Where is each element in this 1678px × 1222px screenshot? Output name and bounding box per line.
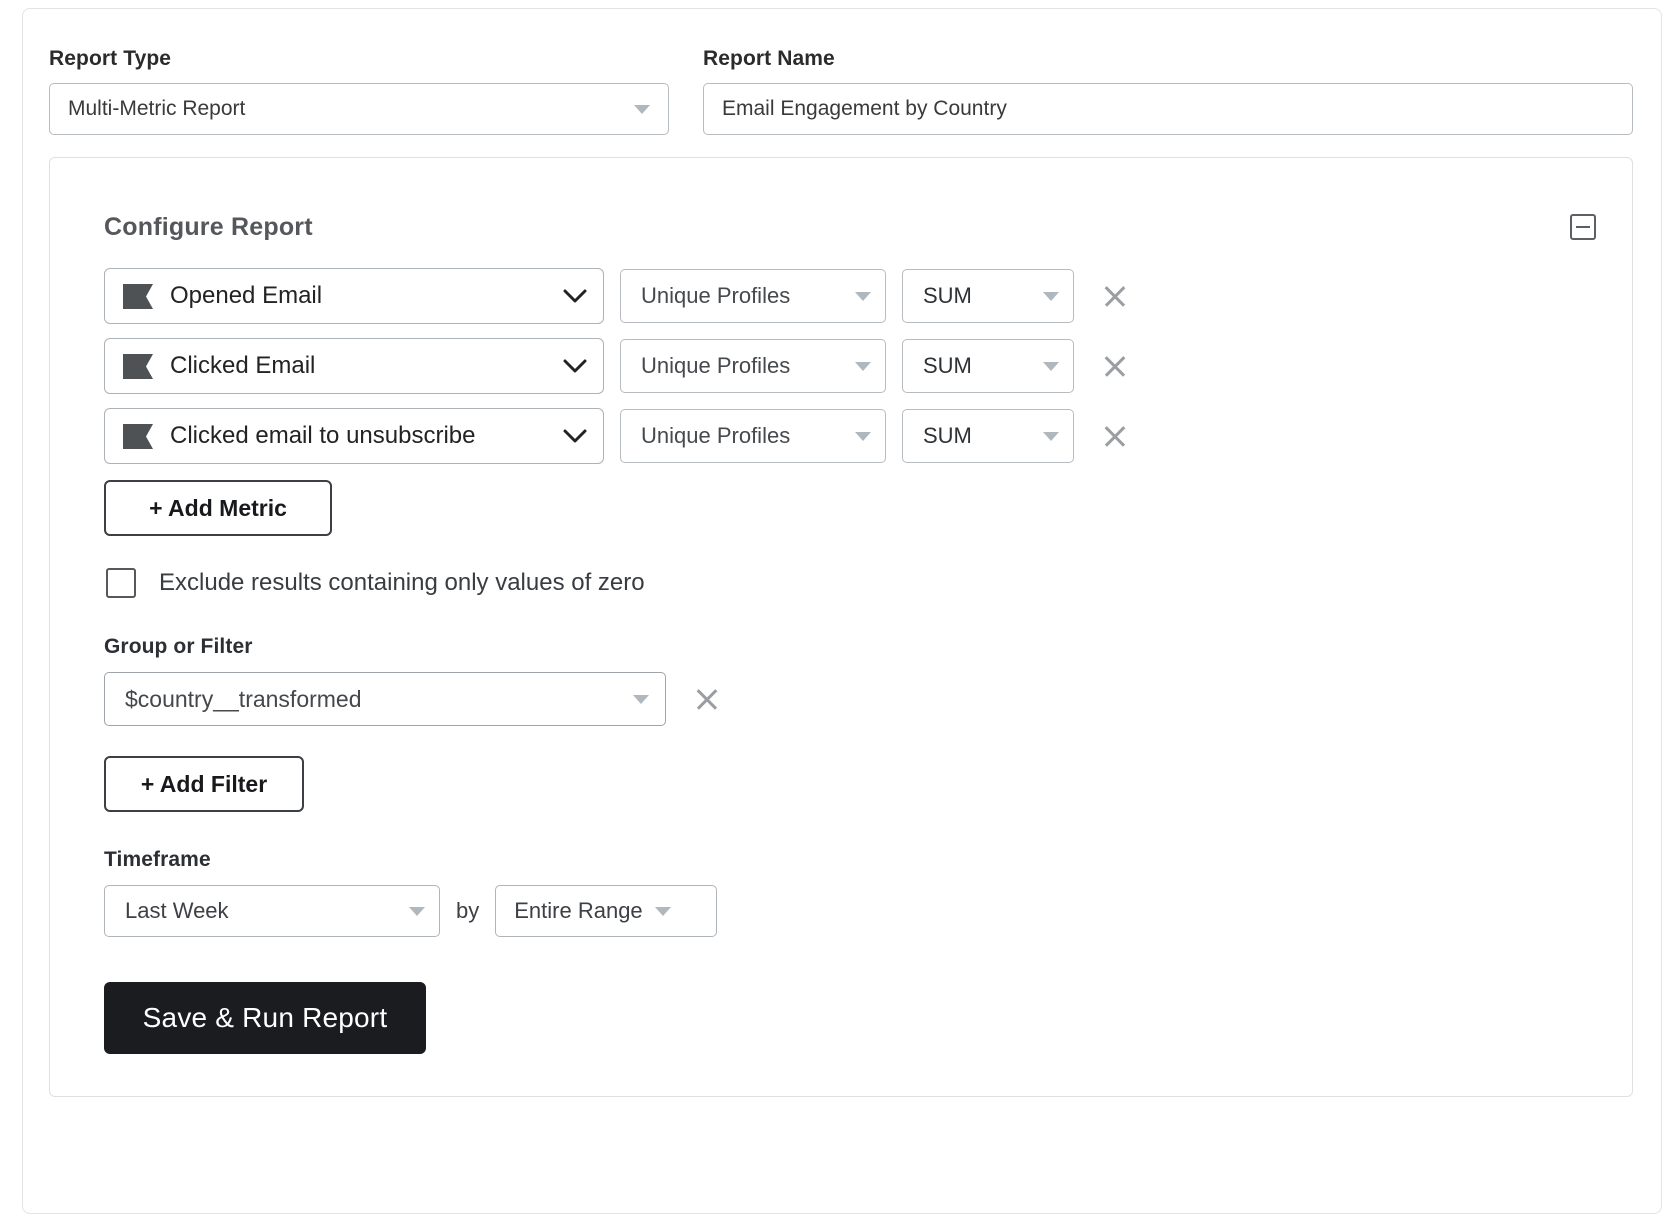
timeframe-label: Timeframe — [104, 848, 211, 871]
flag-icon — [123, 283, 153, 309]
chevron-down-icon — [1043, 431, 1059, 441]
metric-aggregation-value: Unique Profiles — [641, 353, 791, 378]
timeframe-row: Last Week by Entire Range — [104, 885, 718, 937]
remove-metric-close-icon[interactable] — [1100, 421, 1130, 451]
metric-row: Opened Email Unique Profiles SUM — [104, 268, 1130, 324]
add-metric-button[interactable]: + Add Metric — [104, 480, 332, 536]
chevron-down-icon — [409, 906, 425, 916]
add-filter-button[interactable]: + Add Filter — [104, 756, 304, 812]
exclude-zero-label: Exclude results containing only values o… — [159, 569, 645, 596]
metric-name: Clicked email to unsubscribe — [170, 422, 476, 449]
minus-square-icon[interactable] — [1570, 214, 1596, 240]
group-or-filter-label: Group or Filter — [104, 635, 253, 658]
chevron-down-icon — [1043, 361, 1059, 371]
report-name-input[interactable] — [703, 83, 1633, 135]
metric-aggregation-select[interactable]: Unique Profiles — [620, 269, 886, 323]
remove-metric-close-icon[interactable] — [1100, 351, 1130, 381]
report-type-select[interactable]: Multi-Metric Report — [49, 83, 669, 135]
metric-name: Clicked Email — [170, 352, 316, 379]
metric-operation-value: SUM — [923, 283, 972, 308]
group-or-filter-select[interactable]: $country__transformed — [104, 672, 666, 726]
save-and-run-report-button[interactable]: Save & Run Report — [104, 982, 426, 1054]
page-card: Report Type Multi-Metric Report Report N… — [22, 8, 1662, 1214]
chevron-down-icon — [654, 906, 671, 916]
timeframe-interval-value: Entire Range — [514, 898, 643, 923]
remove-filter-close-icon[interactable] — [692, 684, 722, 714]
report-name-label: Report Name — [703, 47, 835, 70]
report-type-value: Multi-Metric Report — [68, 97, 246, 120]
remove-metric-close-icon[interactable] — [1100, 281, 1130, 311]
metric-operation-select[interactable]: SUM — [902, 269, 1074, 323]
metric-select[interactable]: Opened Email — [104, 268, 604, 324]
metric-row: Clicked Email Unique Profiles SUM — [104, 338, 1130, 394]
timeframe-range-value: Last Week — [125, 898, 229, 923]
flag-icon — [123, 423, 153, 449]
chevron-down-icon — [563, 359, 587, 373]
chevron-down-icon — [563, 429, 587, 443]
report-meta-row: Report Type Multi-Metric Report Report N… — [49, 47, 1633, 135]
exclude-zero-checkbox-row[interactable]: Exclude results containing only values o… — [106, 568, 645, 598]
metric-operation-value: SUM — [923, 353, 972, 378]
exclude-zero-checkbox[interactable] — [106, 568, 136, 598]
group-or-filter-value: $country__transformed — [125, 685, 362, 712]
metric-aggregation-value: Unique Profiles — [641, 423, 791, 448]
metric-aggregation-value: Unique Profiles — [641, 283, 791, 308]
report-type-field: Report Type Multi-Metric Report — [49, 47, 669, 135]
metric-name: Opened Email — [170, 282, 323, 309]
metric-aggregation-select[interactable]: Unique Profiles — [620, 339, 886, 393]
timeframe-range-select[interactable]: Last Week — [104, 885, 440, 937]
report-builder-screen: Report Type Multi-Metric Report Report N… — [0, 0, 1678, 1222]
timeframe-connector: by — [456, 898, 480, 923]
timeframe-interval-select[interactable]: Entire Range — [495, 885, 718, 937]
flag-icon — [123, 353, 153, 379]
metric-operation-select[interactable]: SUM — [902, 339, 1074, 393]
metric-operation-select[interactable]: SUM — [902, 409, 1074, 463]
metric-operation-value: SUM — [923, 423, 972, 448]
chevron-down-icon — [563, 289, 587, 303]
chevron-down-icon — [634, 104, 650, 114]
group-or-filter-row: $country__transformed — [104, 672, 722, 726]
report-type-label: Report Type — [49, 47, 172, 70]
metric-row: Clicked email to unsubscribe Unique Prof… — [104, 408, 1130, 464]
chevron-down-icon — [855, 291, 871, 301]
report-name-field: Report Name — [703, 47, 1633, 135]
chevron-down-icon — [855, 431, 871, 441]
metric-aggregation-select[interactable]: Unique Profiles — [620, 409, 886, 463]
chevron-down-icon — [1043, 291, 1059, 301]
metric-select[interactable]: Clicked Email — [104, 338, 604, 394]
chevron-down-icon — [855, 361, 871, 371]
configure-report-panel: Configure Report Opened Email Unique Pro… — [49, 157, 1633, 1097]
metric-select[interactable]: Clicked email to unsubscribe — [104, 408, 604, 464]
panel-title: Configure Report — [104, 213, 313, 241]
metric-list: Opened Email Unique Profiles SUM Clicked… — [104, 268, 1130, 478]
chevron-down-icon — [633, 694, 649, 704]
